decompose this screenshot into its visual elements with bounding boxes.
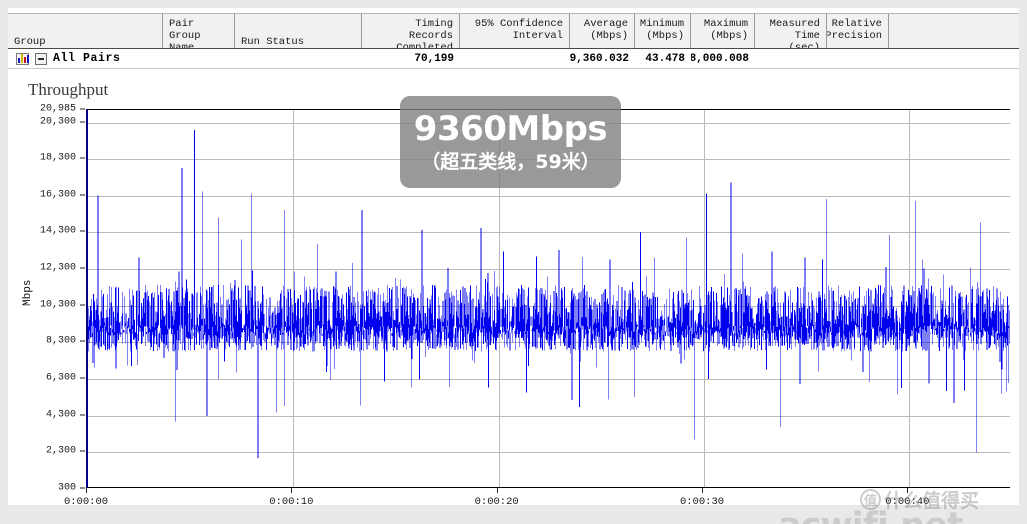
y-tick-mark <box>80 377 85 379</box>
column-header-blank[interactable] <box>889 14 1019 48</box>
column-header-maximum-mbps[interactable]: Maximum (Mbps) <box>691 14 755 48</box>
group-cell: All Pairs <box>8 52 163 65</box>
x-tick-mark <box>496 488 498 493</box>
column-header-average-mbps[interactable]: Average (Mbps) <box>570 14 635 48</box>
y-tick-label: 14,300 <box>39 225 76 237</box>
smzdm-watermark: 值 什么值得买 <box>860 486 979 513</box>
x-tick-label: 0:00:30 <box>679 496 725 508</box>
y-tick-mark <box>80 157 85 159</box>
x-tick-mark <box>86 488 87 493</box>
y-tick-label: 6,300 <box>45 372 76 384</box>
throughput-report-window: Group Pair Group Name Run Status Timing Rec… <box>0 0 1027 524</box>
collapse-minus-icon[interactable] <box>35 52 47 65</box>
callout-speed-value: 9360Mbps <box>413 109 608 149</box>
x-tick-label: 0:00:10 <box>269 496 314 508</box>
y-tick-mark <box>80 487 85 489</box>
x-tick-mark <box>702 488 703 493</box>
report-panel: Group Pair Group Name Run Status Timing Rec… <box>8 8 1019 524</box>
x-tick-label: 0:00:00 <box>63 496 109 508</box>
y-tick-label: 20,300 <box>39 116 76 128</box>
y-tick-label: 2,300 <box>45 445 76 457</box>
smzdm-watermark-text: 什么值得买 <box>884 490 980 512</box>
y-tick-label: 8,300 <box>45 335 76 347</box>
y-tick-mark <box>80 108 85 110</box>
table-body: All Pairs 70,199 9,360.032 43.478 8,000.008 <box>8 49 1019 69</box>
cell-average_mbps: 9,360.032 <box>570 52 629 65</box>
results-table: Group Pair Group Name Run Status Timing Rec… <box>8 13 1019 69</box>
table-header-row: Group Pair Group Name Run Status Timing Rec… <box>8 13 1019 49</box>
column-header-relative-precision[interactable]: Relative Precision <box>827 14 889 48</box>
y-tick-mark <box>80 121 85 123</box>
y-tick-label: 12,300 <box>39 262 76 274</box>
column-header-measured-time-sec[interactable]: Measured Time (sec) <box>755 14 827 48</box>
cell-maximum_mbps: 8,000.008 <box>691 52 749 65</box>
speed-callout: 9360Mbps （超五类线，59米） <box>400 96 621 188</box>
y-tick-label: 10,300 <box>39 299 76 311</box>
column-header-minimum-mbps[interactable]: Minimum (Mbps) <box>635 14 691 48</box>
y-tick-label: 300 <box>57 482 76 494</box>
x-tick-mark <box>291 488 293 493</box>
y-tick-label: 18,300 <box>39 152 76 164</box>
column-header-group[interactable]: Group <box>8 14 163 48</box>
y-tick-mark <box>80 230 85 232</box>
callout-cable-note: （超五类线，59米） <box>421 151 600 173</box>
column-header-95-confidence-interval[interactable]: 95% Confidence Interval <box>460 14 570 48</box>
column-header-pair-group-name[interactable]: Pair Group Name <box>163 14 235 48</box>
x-tick-label: 0:00:20 <box>474 496 519 508</box>
cell-timing_records_completed: 70,199 <box>414 52 454 65</box>
column-header-timing-records-completed[interactable]: Timing Records Completed <box>362 14 460 48</box>
group-label: All Pairs <box>53 52 121 65</box>
cell-minimum_mbps: 43.478 <box>645 52 685 65</box>
y-tick-mark <box>80 194 85 196</box>
y-tick-mark <box>80 340 85 342</box>
y-tick-mark <box>80 304 85 306</box>
smzdm-logo-icon: 值 <box>860 489 881 510</box>
y-tick-mark <box>80 267 85 269</box>
y-tick-mark <box>80 414 85 416</box>
y-tick-label: 20,985 <box>39 103 76 115</box>
y-tick-label: 4,300 <box>45 409 76 421</box>
bar-chart-icon <box>16 52 29 65</box>
column-header-run-status[interactable]: Run Status <box>235 14 362 48</box>
y-tick-label: 16,300 <box>39 189 76 201</box>
chart-title: Throughput <box>28 80 109 99</box>
table-row[interactable]: All Pairs 70,199 9,360.032 43.478 8,000.008 <box>8 49 1019 69</box>
y-tick-mark <box>80 450 85 452</box>
